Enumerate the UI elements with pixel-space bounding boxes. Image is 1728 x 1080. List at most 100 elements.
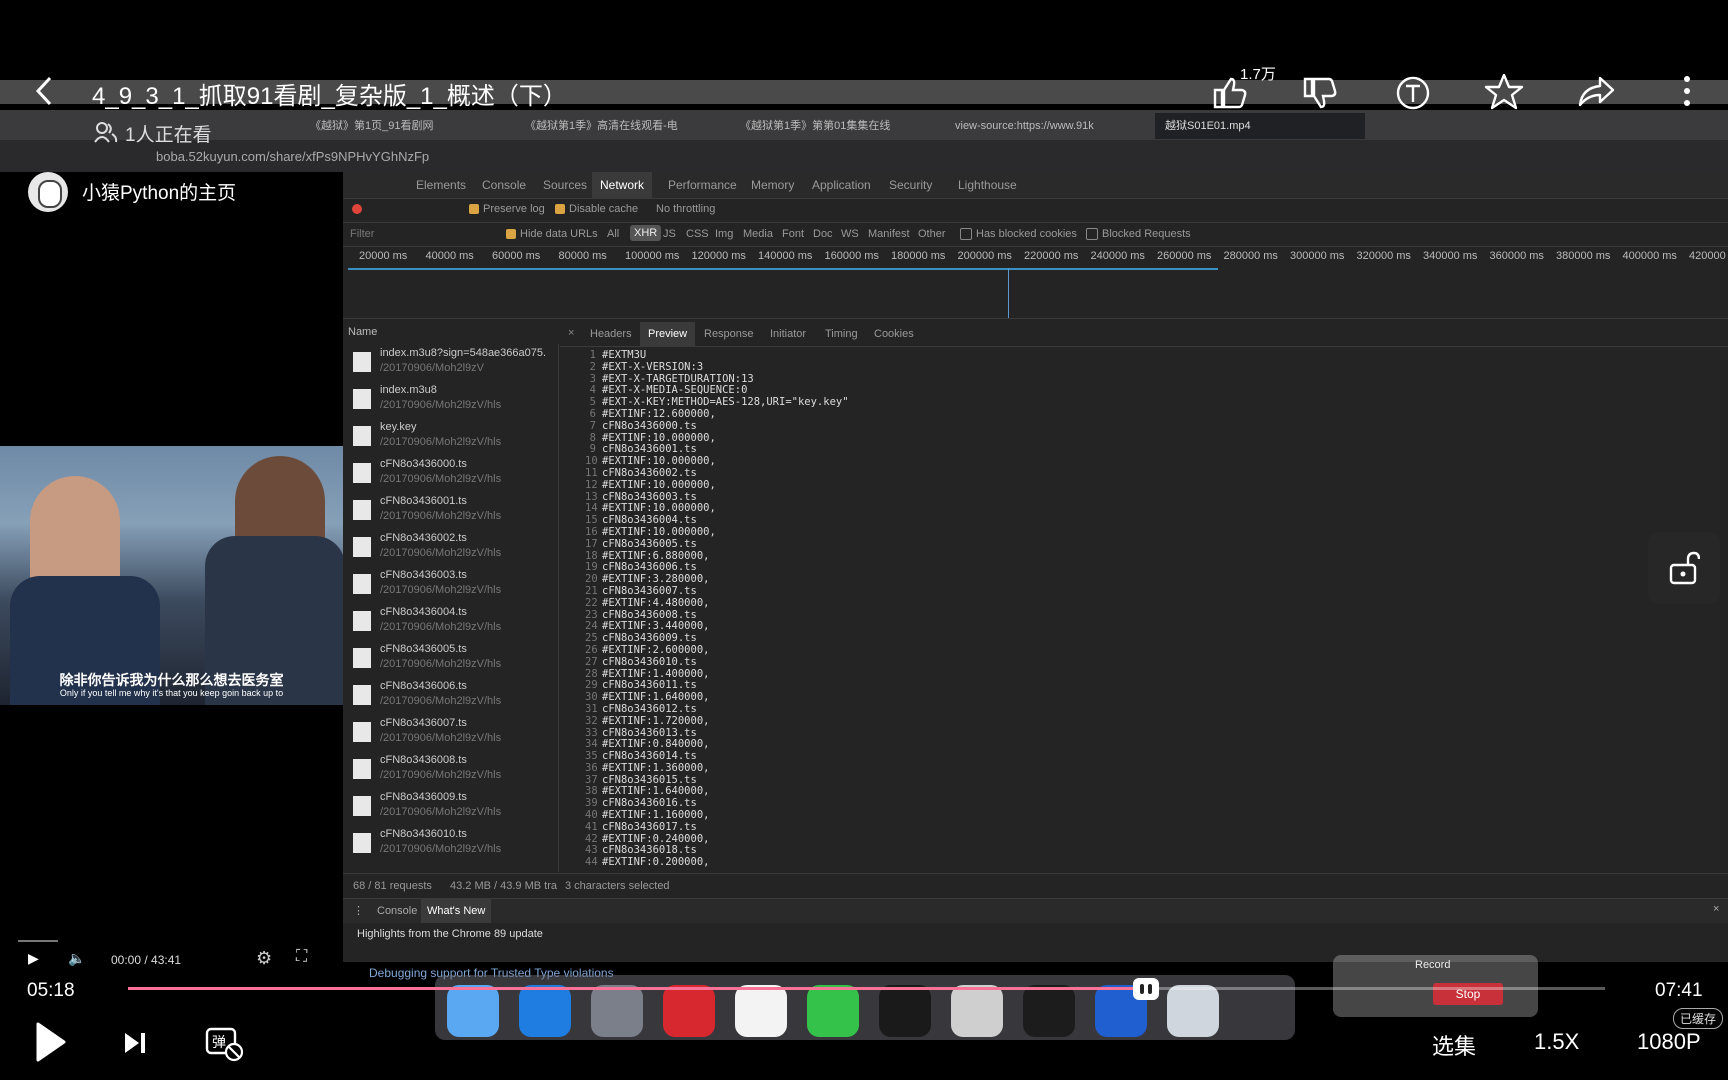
request-row[interactable]: cFN8o3436001.ts/20170906/Moh2l9zV/hls [343, 492, 543, 529]
filter-xhr[interactable]: XHR [630, 225, 662, 241]
trash-icon[interactable] [1167, 985, 1219, 1037]
inner-progress[interactable] [18, 940, 58, 942]
close-icon[interactable]: × [568, 327, 574, 339]
request-row[interactable]: index.m3u8?sign=548ae366a075. /20170906/M… [343, 344, 546, 381]
request-name: cFN8o3436003.ts [380, 569, 467, 581]
devtools-tab-network[interactable]: Network [592, 172, 653, 198]
detail-tab-response[interactable]: Response [704, 328, 754, 340]
browser-tab[interactable]: 《越狱》第1页_91看剧网 [310, 113, 505, 139]
filter-media[interactable]: Media [743, 228, 773, 240]
wechat-icon[interactable] [807, 985, 859, 1037]
filter-input[interactable]: Filter [350, 228, 374, 240]
devtools-tab-lighthouse[interactable]: Lighthouse [958, 178, 1017, 192]
detail-tab-initiator[interactable]: Initiator [770, 328, 806, 340]
filter-all[interactable]: All [607, 228, 619, 240]
chrome-icon[interactable] [735, 985, 787, 1037]
drawer-tab-whats-new[interactable]: What's New [421, 899, 492, 923]
filter-img[interactable]: Img [715, 228, 733, 240]
detail-tab-headers[interactable]: Headers [590, 328, 632, 340]
detail-tab-timing[interactable]: Timing [825, 328, 858, 340]
avatar[interactable] [28, 172, 68, 212]
progress-knob[interactable] [1132, 978, 1159, 1000]
request-path: /20170906/Moh2l9zV/hls [380, 769, 502, 781]
next-episode-icon[interactable] [122, 1030, 148, 1056]
drawer-tab-console[interactable]: Console [377, 905, 417, 917]
filter-other[interactable]: Other [918, 228, 946, 240]
channel-name[interactable]: 小猿Python的主页 [82, 178, 236, 205]
launchpad-icon[interactable] [591, 985, 643, 1037]
detail-tab-preview[interactable]: Preview [640, 322, 696, 346]
filter-css[interactable]: CSS [686, 228, 709, 240]
request-row[interactable]: cFN8o3436000.ts/20170906/Moh2l9zV/hls [343, 455, 543, 492]
line-text: cFN8o3436011.ts [602, 679, 697, 692]
filter-ws[interactable]: WS [841, 228, 859, 240]
line-text: #EXTINF:0.240000, [602, 832, 710, 845]
quality-button[interactable]: 1080P [1637, 1029, 1701, 1055]
filter-doc[interactable]: Doc [813, 228, 833, 240]
fullscreen-icon[interactable]: ⛶ [296, 948, 307, 966]
browser-tab-active[interactable]: 越狱S01E01.mp4 [1155, 113, 1365, 139]
m3u8-preview[interactable]: 1 #EXTM3U 2 #EXT-X-VERSION:3 3 #EXT-X-TARGETD… [585, 350, 1715, 870]
throttling-select[interactable]: No throttling [656, 203, 715, 215]
danmaku-toggle-icon[interactable]: 弹 [204, 1024, 244, 1062]
gear-icon[interactable]: ⚙ [256, 948, 272, 969]
progress-bar[interactable] [128, 987, 1605, 990]
play-icon[interactable]: ▶ [28, 950, 39, 967]
blocked-requests-checkbox[interactable]: Blocked Requests [1086, 228, 1191, 241]
speed-button[interactable]: 1.5X [1534, 1029, 1579, 1055]
filter-manifest[interactable]: Manifest [868, 228, 910, 240]
detail-tab-cookies[interactable]: Cookies [874, 328, 914, 340]
url-text[interactable]: boba.52kuyun.com/share/xfPs9NPHvYGhNzFp [156, 149, 429, 164]
screen-lock-button[interactable] [1648, 532, 1720, 604]
dislike-icon[interactable] [1302, 76, 1340, 110]
request-row[interactable]: cFN8o3436005.ts/20170906/Moh2l9zV/hls [343, 640, 543, 677]
blocked-cookies-checkbox[interactable]: Has blocked cookies [960, 228, 1077, 241]
more-icon[interactable] [1682, 74, 1692, 108]
request-row[interactable]: cFN8o3436008.ts/20170906/Moh2l9zV/hls [343, 751, 543, 788]
close-icon[interactable]: × [1713, 903, 1719, 915]
line-number: 2 [589, 360, 596, 373]
devtools-tab-elements[interactable]: Elements [416, 178, 466, 192]
request-row[interactable]: cFN8o3436010.ts/20170906/Moh2l9zV/hls [343, 825, 543, 862]
devtools-tab-sources[interactable]: Sources [543, 178, 587, 192]
devtools-tab-console[interactable]: Console [482, 178, 526, 192]
request-row[interactable]: cFN8o3436009.ts/20170906/Moh2l9zV/hls [343, 788, 543, 825]
browser-tab[interactable]: 《越狱第1季》第第01集集在线 [740, 113, 935, 139]
request-row[interactable]: cFN8o3436003.ts/20170906/Moh2l9zV/hls [343, 566, 543, 603]
request-row[interactable]: cFN8o3436006.ts/20170906/Moh2l9zV/hls [343, 677, 543, 714]
coin-icon[interactable] [1394, 74, 1432, 112]
safari-icon[interactable] [519, 985, 571, 1037]
select-episode-button[interactable]: 选集 [1432, 1029, 1476, 1061]
record-icon[interactable] [352, 204, 362, 214]
devtools-tabs: Elements Console Sources Network Perform… [343, 172, 1728, 199]
request-row[interactable]: cFN8o3436004.ts/20170906/Moh2l9zV/hls [343, 603, 543, 640]
devtools-tab-memory[interactable]: Memory [751, 178, 794, 192]
browser-tab[interactable]: 《越狱第1季》高清在线观看-电 [525, 113, 720, 139]
request-row[interactable]: key.key/20170906/Moh2l9zV/hls [343, 418, 543, 455]
typora-icon[interactable] [951, 985, 1003, 1037]
browser-tab[interactable]: view-source:https://www.91k [955, 113, 1135, 139]
request-count: 68 / 81 requests [353, 880, 432, 892]
disable-cache-checkbox[interactable]: Disable cache [555, 203, 638, 215]
volume-icon[interactable]: 🔈 [68, 950, 85, 967]
devtools-tab-security[interactable]: Security [889, 178, 932, 192]
play-icon[interactable] [32, 1020, 68, 1064]
share-icon[interactable] [1576, 74, 1616, 110]
devtools-tab-application[interactable]: Application [812, 178, 871, 192]
back-icon[interactable] [32, 74, 56, 108]
devtools-tab-performance[interactable]: Performance [668, 178, 737, 192]
request-row[interactable]: index.m3u8/20170906/Moh2l9zV/hls [343, 381, 543, 418]
filter-font[interactable]: Font [782, 228, 804, 240]
preserve-log-checkbox[interactable]: Preserve log [469, 203, 545, 215]
qq-icon[interactable] [879, 985, 931, 1037]
netease-music-icon[interactable] [663, 985, 715, 1037]
filter-js[interactable]: JS [663, 228, 676, 240]
code-line: 5 #EXT-X-KEY:METHOD=AES-128,URI="key.key" [585, 396, 1715, 409]
menu-icon[interactable]: ⋮ [353, 904, 364, 917]
hide-data-urls-checkbox[interactable]: Hide data URLs [506, 228, 598, 240]
request-row[interactable]: cFN8o3436002.ts/20170906/Moh2l9zV/hls [343, 529, 543, 566]
pycharm-icon[interactable] [1023, 985, 1075, 1037]
request-row[interactable]: cFN8o3436007.ts/20170906/Moh2l9zV/hls [343, 714, 543, 751]
finder-icon[interactable] [447, 985, 499, 1037]
favorite-icon[interactable] [1484, 72, 1524, 112]
